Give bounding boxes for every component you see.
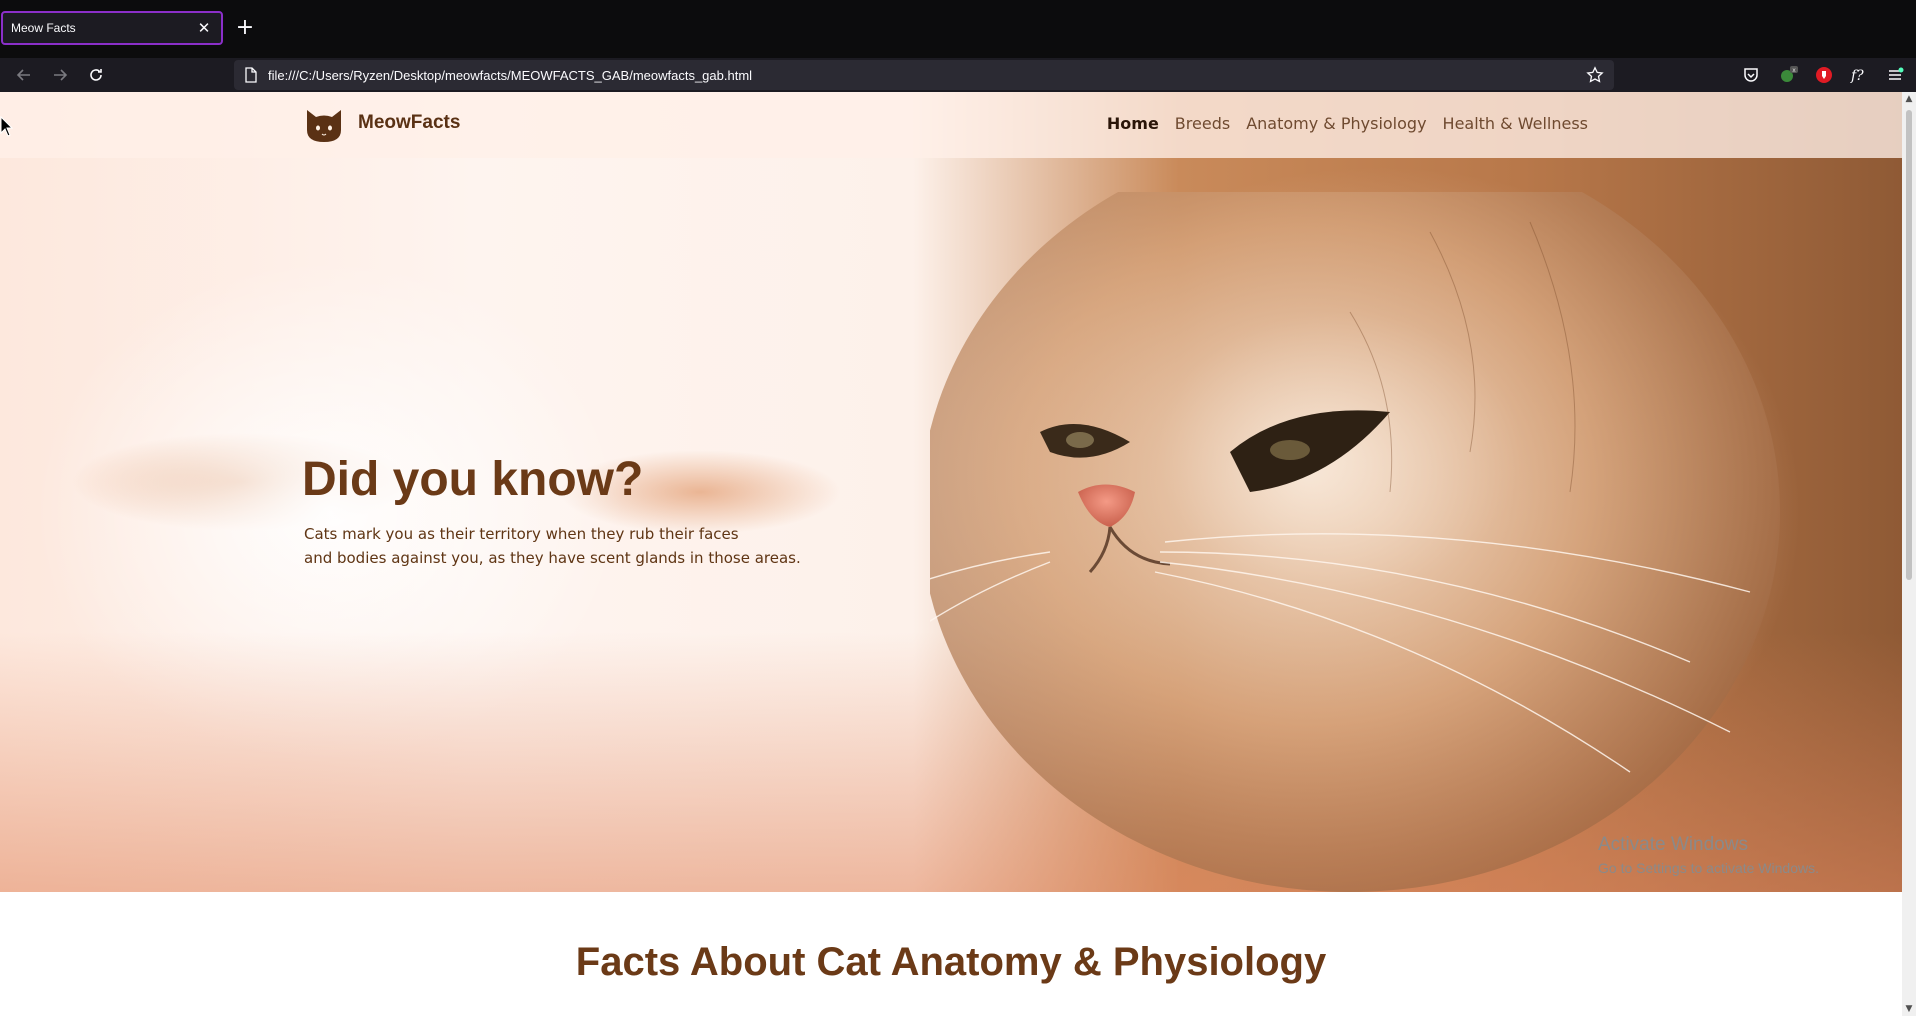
- site-header: MeowFacts Home Breeds Anatomy & Physiolo…: [0, 92, 1902, 158]
- tab-close-icon[interactable]: ✕: [195, 19, 213, 37]
- browser-tab-bar: Meow Facts ✕ +: [0, 0, 1916, 58]
- page-scrollbar[interactable]: ▲ ▼: [1902, 92, 1916, 1016]
- browser-nav-bar: file:///C:/Users/Ryzen/Desktop/meowfacts…: [0, 58, 1916, 92]
- menu-icon[interactable]: [1882, 63, 1908, 87]
- hero-title: Did you know?: [302, 453, 644, 506]
- hero-text-line-2: and bodies against you, as they have sce…: [304, 549, 801, 567]
- site-logo-text[interactable]: MeowFacts: [358, 112, 460, 134]
- url-bar[interactable]: file:///C:/Users/Ryzen/Desktop/meowfacts…: [234, 60, 1614, 90]
- site-nav: Home Breeds Anatomy & Physiology Health …: [1107, 114, 1588, 133]
- browser-tab[interactable]: Meow Facts ✕: [1, 11, 223, 45]
- nav-health-wellness[interactable]: Health & Wellness: [1443, 114, 1588, 133]
- extension-green-icon[interactable]: x: [1775, 63, 1801, 87]
- nav-home[interactable]: Home: [1107, 114, 1159, 133]
- cat-logo-icon[interactable]: [304, 104, 344, 144]
- activate-subtitle: Go to Settings to activate Windows.: [1598, 860, 1819, 876]
- svg-text:f?: f?: [1850, 68, 1864, 84]
- pocket-icon[interactable]: [1738, 63, 1764, 87]
- forward-icon[interactable]: [48, 63, 72, 87]
- scroll-down-icon[interactable]: ▼: [1902, 1002, 1916, 1016]
- back-icon[interactable]: [12, 63, 36, 87]
- new-tab-button[interactable]: +: [232, 15, 258, 41]
- scroll-up-icon[interactable]: ▲: [1902, 92, 1916, 106]
- web-page: MeowFacts Home Breeds Anatomy & Physiolo…: [0, 92, 1902, 1016]
- cat-photo: [930, 192, 1780, 892]
- page-icon: [245, 67, 257, 83]
- activate-title: Activate Windows: [1598, 834, 1748, 855]
- bookmark-star-icon[interactable]: [1586, 66, 1604, 84]
- scroll-thumb[interactable]: [1906, 110, 1912, 580]
- nav-breeds[interactable]: Breeds: [1175, 114, 1230, 133]
- reload-icon[interactable]: [84, 63, 108, 87]
- url-text: file:///C:/Users/Ryzen/Desktop/meowfacts…: [268, 67, 753, 83]
- section-title: Facts About Cat Anatomy & Physiology: [575, 940, 1327, 984]
- extension-red-icon[interactable]: [1811, 63, 1837, 87]
- font-finder-icon[interactable]: f?: [1847, 63, 1873, 87]
- mouse-cursor-icon: [0, 116, 14, 137]
- hero-banner: MeowFacts Home Breeds Anatomy & Physiolo…: [0, 92, 1902, 892]
- activate-windows-watermark: Activate Windows Go to Settings to activ…: [1598, 834, 1819, 876]
- nav-anatomy-physiology[interactable]: Anatomy & Physiology: [1246, 114, 1426, 133]
- hero-text: Cats mark you as their territory when th…: [304, 522, 864, 570]
- tab-title: Meow Facts: [11, 21, 76, 35]
- hero-text-line-1: Cats mark you as their territory when th…: [304, 525, 739, 543]
- svg-text:x: x: [1792, 67, 1796, 74]
